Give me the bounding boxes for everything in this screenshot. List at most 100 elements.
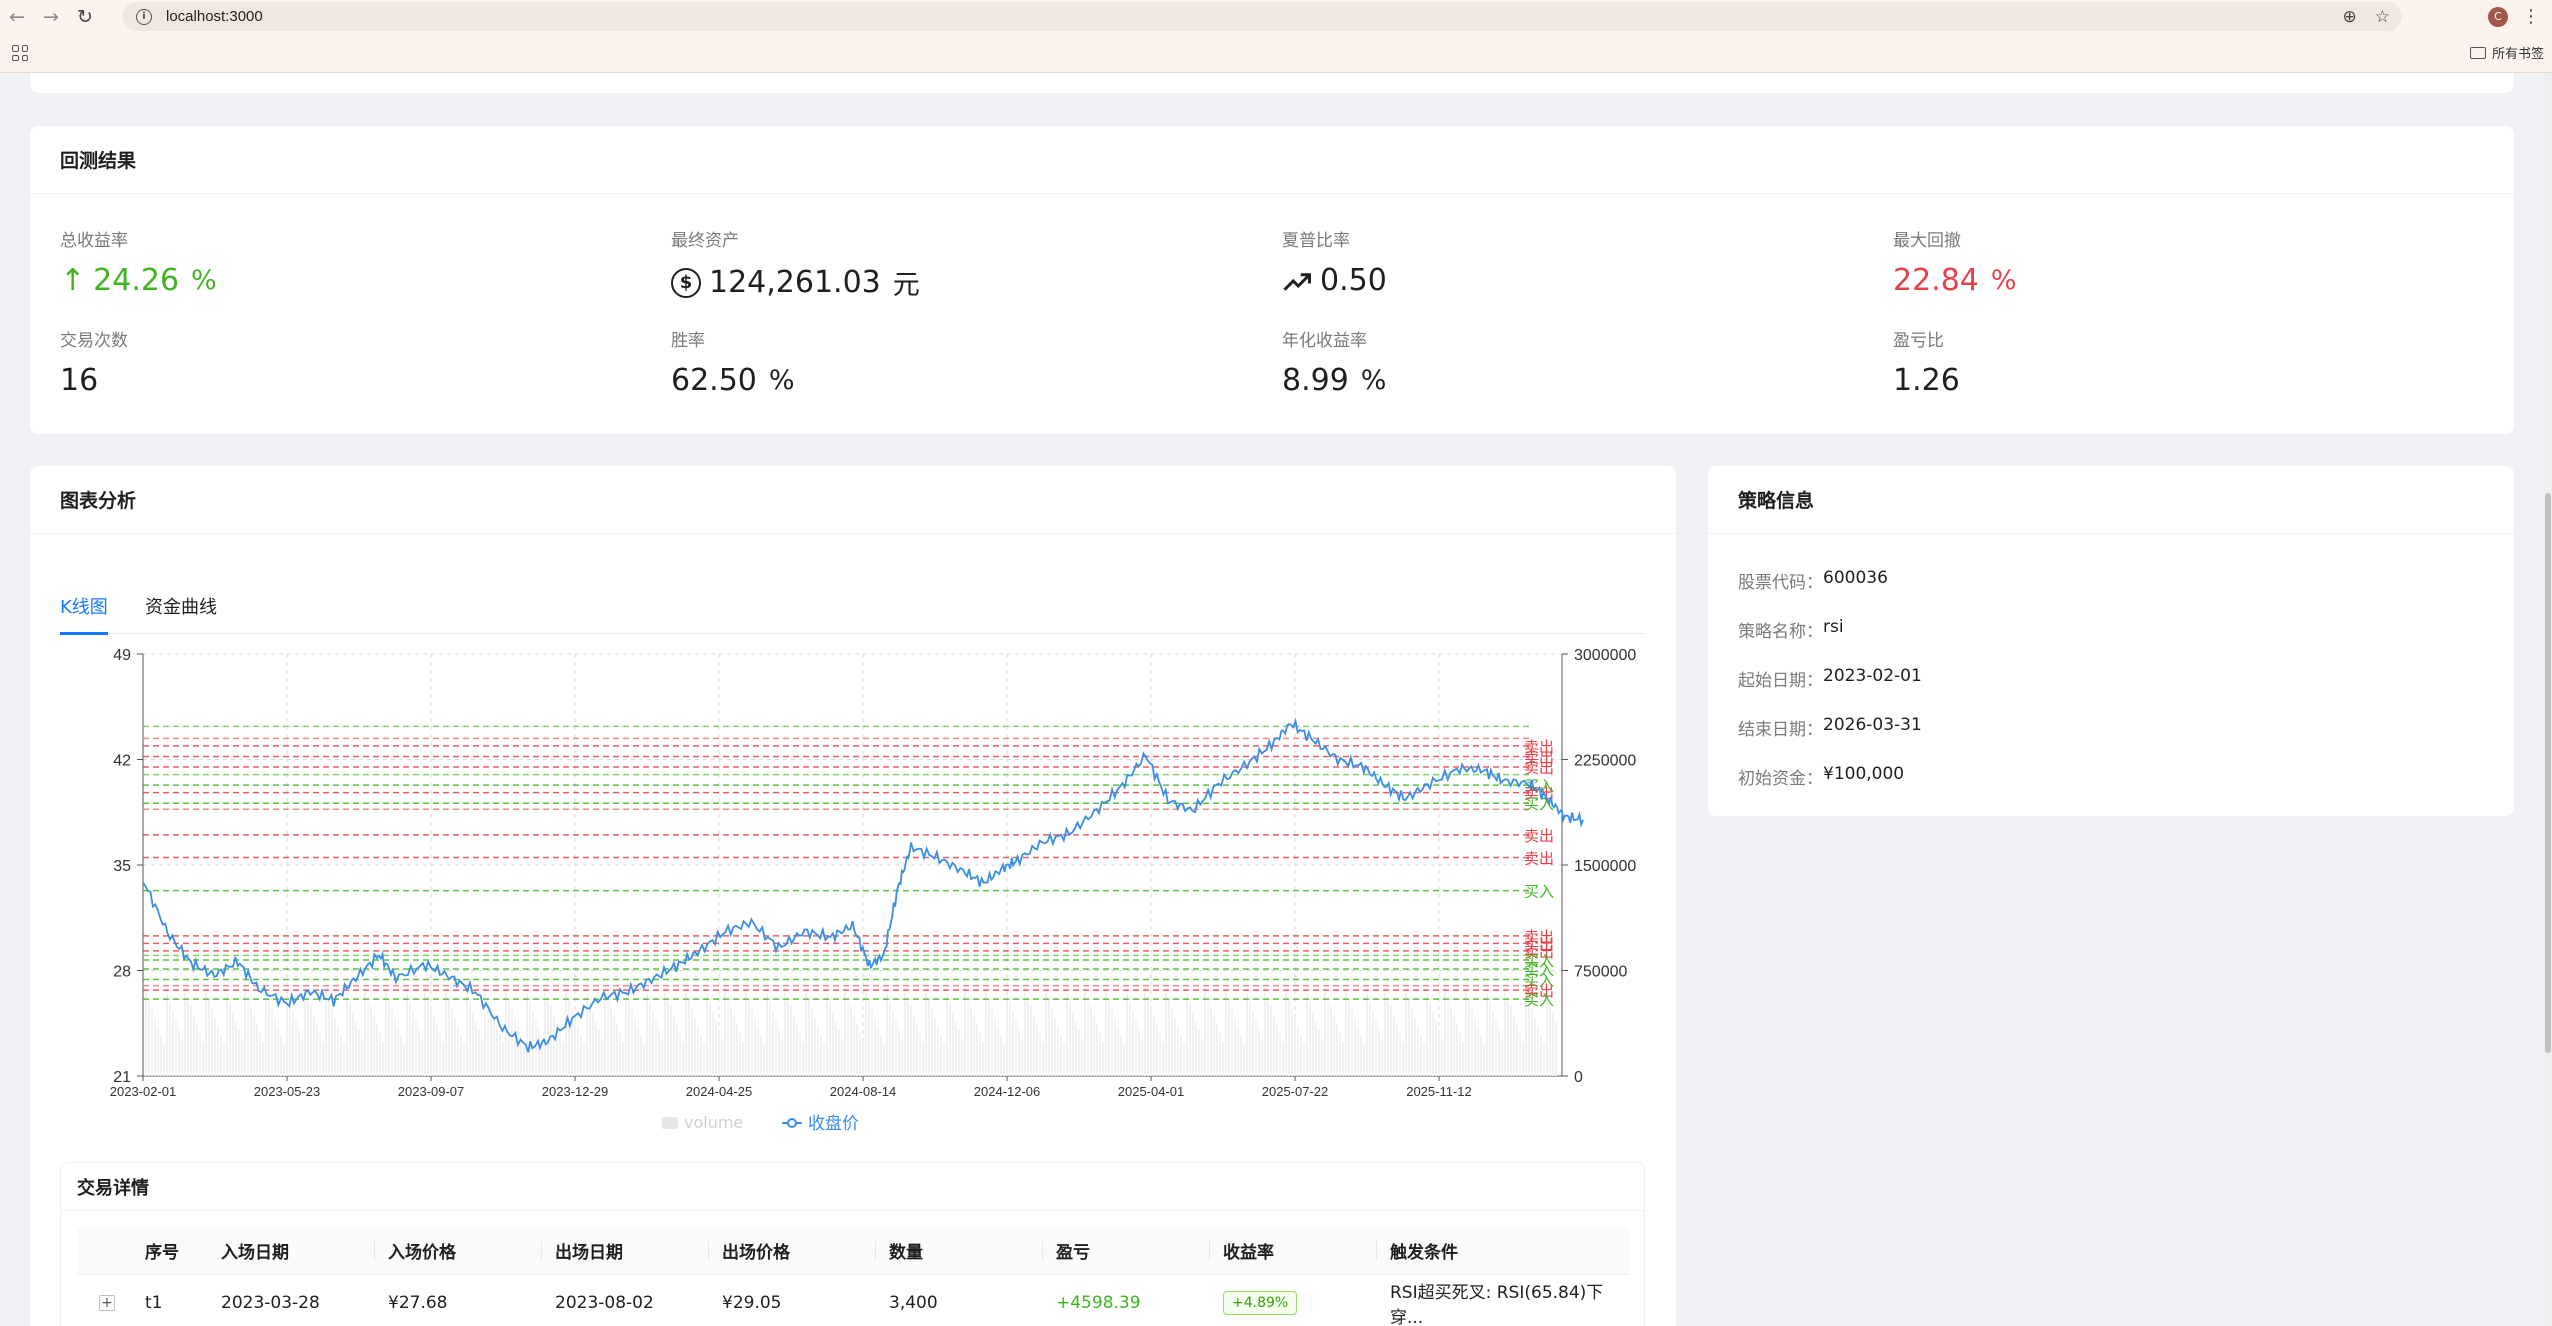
table-row[interactable]: + t1 2023-03-28 ¥27.68 2023-08-02 ¥29.05… [77, 1275, 1630, 1326]
volume-bar [1339, 1033, 1341, 1076]
volume-bar [1099, 1033, 1101, 1076]
stat-label: 盈亏比 [1893, 331, 1944, 351]
volume-bar [1072, 1012, 1074, 1076]
volume-bar [532, 1012, 534, 1076]
volume-bar [1444, 988, 1446, 1076]
col-id: 序号 [145, 1243, 179, 1263]
volume-bar [895, 1021, 897, 1076]
volume-bar [781, 1039, 783, 1076]
address-bar[interactable]: i localhost:3000 ⊕ ☆ [122, 2, 2402, 31]
volume-bar [1531, 1009, 1533, 1076]
all-bookmarks-button[interactable]: 所有书签 [2469, 43, 2544, 62]
volume-bar [1057, 1027, 1059, 1076]
volume-bar [823, 1045, 825, 1076]
zoom-icon[interactable]: ⊕ [2343, 7, 2357, 27]
volume-bar [1048, 1000, 1050, 1076]
stat-win-rate: 胜率 62.50% [671, 326, 1071, 398]
volume-bar [1198, 1030, 1200, 1076]
volume-bar [289, 1003, 291, 1076]
volume-bar [1423, 1045, 1425, 1076]
row-id: t1 [145, 1293, 163, 1313]
stat-value: 16 [60, 363, 99, 398]
volume-bar [337, 1027, 339, 1076]
volume-bar [208, 1000, 210, 1076]
volume-bar [1510, 1006, 1512, 1076]
tab-kline[interactable]: K线图 [60, 578, 108, 635]
volume-bar [1087, 997, 1089, 1076]
row-expand-button[interactable]: + [99, 1295, 115, 1311]
stat-value-wrap: 1.26 [1893, 363, 2293, 398]
volume-bar [1213, 1015, 1215, 1076]
volume-bar [616, 1024, 618, 1076]
forward-icon[interactable]: → [34, 0, 68, 33]
apps-grid-icon[interactable] [12, 45, 28, 61]
volume-bar [1264, 988, 1266, 1076]
info-key: 股票代码： [1738, 573, 1823, 593]
volume-bar [553, 1015, 555, 1076]
volume-bar [271, 1009, 273, 1076]
site-info-icon[interactable]: i [136, 8, 152, 25]
profile-avatar[interactable]: C [2488, 6, 2508, 27]
stat-label: 胜率 [671, 331, 705, 351]
volume-bar [1027, 997, 1029, 1076]
volume-bar [562, 1042, 564, 1076]
volume-bar [274, 1018, 276, 1076]
trade-level-label: 买入 [1524, 883, 1554, 901]
volume-bar [1240, 1036, 1242, 1076]
volume-bar [649, 1003, 651, 1076]
volume-bar [808, 1000, 810, 1076]
volume-bar [709, 1003, 711, 1076]
volume-bar [829, 1003, 831, 1076]
volume-bar [409, 1003, 411, 1076]
volume-bar [1333, 1015, 1335, 1076]
page-scrollbar[interactable] [2544, 73, 2552, 1326]
volume-bar [1528, 1000, 1530, 1076]
volume-bar [1144, 988, 1146, 1076]
volume-bar [217, 1027, 219, 1076]
volume-bar [1246, 994, 1248, 1076]
info-key: 起始日期： [1738, 671, 1823, 691]
y-tick-label: 35 [113, 858, 131, 875]
back-icon[interactable]: ← [0, 0, 34, 33]
stat-value-wrap: 62.50% [671, 363, 1071, 398]
volume-bar [1189, 1003, 1191, 1076]
volume-bar [235, 1021, 237, 1076]
volume-bar [970, 1006, 972, 1076]
volume-bar [1279, 1033, 1281, 1076]
tab-equity-curve[interactable]: 资金曲线 [145, 578, 217, 634]
volume-bar [745, 991, 747, 1076]
y-tick-label: 42 [113, 753, 131, 770]
volume-bar [1450, 1006, 1452, 1076]
volume-bar [1486, 994, 1488, 1076]
volume-bar [898, 1030, 900, 1076]
volume-bar [610, 1006, 612, 1076]
reload-icon[interactable]: ↻ [68, 0, 102, 33]
volume-bar [820, 1036, 822, 1076]
volume-bar [1036, 1024, 1038, 1076]
trade-level-label: 卖出 [1524, 849, 1554, 867]
x-tick-label: 2023-09-07 [398, 1084, 465, 1099]
volume-bar [1405, 991, 1407, 1076]
volume-bar [373, 1015, 375, 1076]
volume-bar [712, 1012, 714, 1076]
kline-chart[interactable]: 2128354249075000015000002250000300000020… [30, 636, 1676, 1156]
volume-bar [469, 1003, 471, 1076]
volume-bar [730, 1006, 732, 1076]
scroll-thumb[interactable] [2545, 493, 2551, 1053]
info-value: ¥100,000 [1823, 764, 1905, 784]
volume-bar [340, 1036, 342, 1076]
volume-bar [1153, 1015, 1155, 1076]
stat-value-wrap: 0.50 [1282, 263, 1682, 298]
volume-bar [982, 1042, 984, 1076]
volume-bar [727, 997, 729, 1076]
volume-bar [475, 1021, 477, 1076]
volume-bar [1015, 1021, 1017, 1076]
volume-bar [472, 1012, 474, 1076]
browser-menu-icon[interactable]: ⋮ [2522, 6, 2540, 27]
volume-bar [1306, 994, 1308, 1076]
bookmark-star-icon[interactable]: ☆ [2375, 7, 2390, 27]
stat-value-wrap: 16 [60, 363, 460, 398]
volume-bar [313, 1015, 315, 1076]
volume-bar [1375, 1021, 1377, 1076]
volume-bar [1078, 1030, 1080, 1076]
